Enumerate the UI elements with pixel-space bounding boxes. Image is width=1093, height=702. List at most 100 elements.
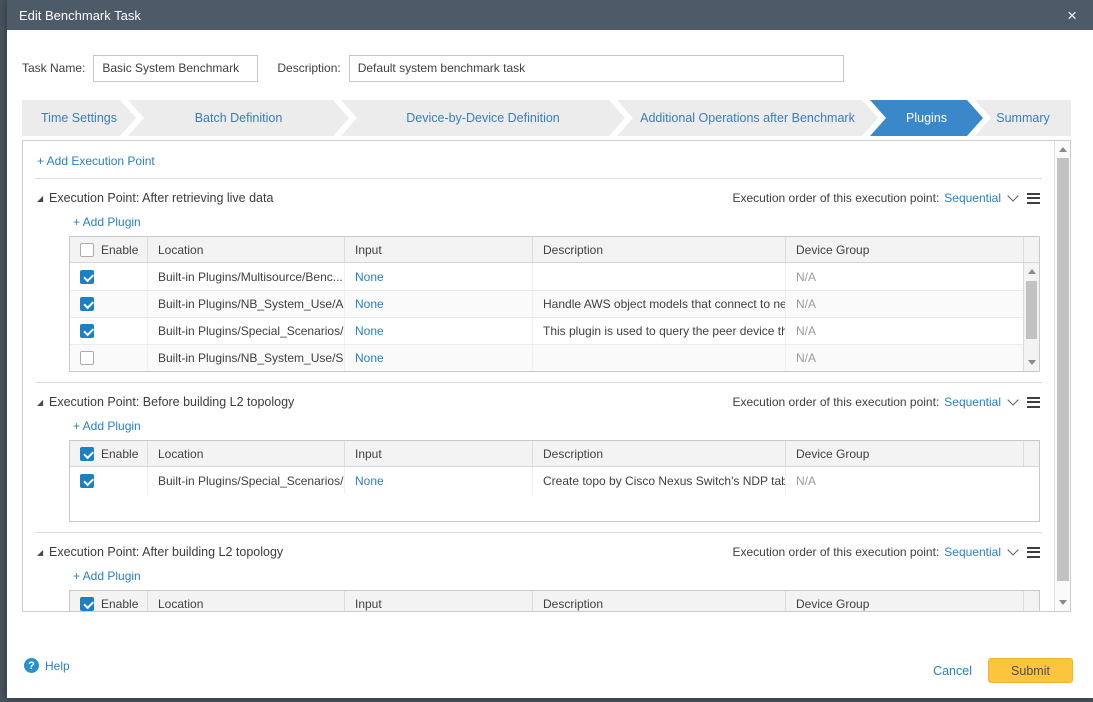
plugin-location: Built-in Plugins/Multisource/Benc... [147, 263, 344, 290]
execution-order-select[interactable]: Sequential [944, 545, 1001, 559]
plugin-description: Handle AWS object models that connect to… [532, 291, 785, 317]
select-all-checkbox[interactable] [80, 447, 94, 461]
help-icon[interactable]: ? [24, 658, 39, 673]
plugin-device-group: N/A [785, 291, 1039, 317]
table-header-row: Enable Location Input Description Device… [70, 237, 1039, 263]
description-label: Description: [277, 61, 340, 75]
execution-point-title: Execution Point: After retrieving live d… [49, 191, 273, 205]
table-row[interactable]: Built-in Plugins/NB_System_Use/Si... Non… [70, 344, 1039, 371]
enable-checkbox[interactable] [80, 297, 94, 311]
wizard-step-plugins[interactable]: Plugins [870, 100, 983, 136]
column-header-location: Location [147, 237, 344, 262]
plugin-input-link[interactable]: None [355, 351, 384, 365]
plugin-device-group: N/A [785, 467, 1039, 494]
table-empty-space [70, 494, 1039, 521]
enable-checkbox[interactable] [80, 270, 94, 284]
description-input[interactable] [349, 55, 844, 82]
plugin-input-link[interactable]: None [355, 324, 384, 338]
close-icon[interactable]: × [1063, 5, 1081, 26]
menu-icon[interactable] [1027, 547, 1040, 558]
plugin-device-group: N/A [785, 318, 1039, 344]
scrollbar-thumb[interactable] [1026, 281, 1037, 339]
chevron-down-icon[interactable] [1007, 544, 1018, 555]
plugin-description: This plugin is used to query the peer de… [532, 318, 785, 344]
task-name-label: Task Name: [22, 61, 85, 75]
execution-point-title: Execution Point: Before building L2 topo… [49, 395, 294, 409]
table-scrollbar[interactable] [1023, 263, 1039, 371]
execution-order-label: Execution order of this execution point: [732, 395, 939, 409]
plugin-location: Built-in Plugins/NB_System_Use/A... [147, 291, 344, 317]
help-label[interactable]: Help [45, 659, 70, 673]
chevron-down-icon[interactable] [1007, 394, 1018, 405]
scrollbar-up-arrow[interactable] [1055, 143, 1070, 157]
plugin-input-link[interactable]: None [355, 297, 384, 311]
column-header-description: Description [532, 591, 785, 611]
plugin-location: Built-in Plugins/NB_System_Use/Si... [147, 345, 344, 371]
select-all-checkbox[interactable] [80, 243, 94, 257]
plugin-description [532, 263, 785, 290]
scrollbar-up-arrow[interactable] [1024, 265, 1039, 279]
enable-checkbox[interactable] [80, 351, 94, 365]
execution-order-select[interactable]: Sequential [944, 395, 1001, 409]
column-header-location: Location [147, 441, 344, 466]
plugins-table: Enable Location Input Description Device… [69, 590, 1040, 611]
enable-checkbox[interactable] [80, 324, 94, 338]
task-form-row: Task Name: Description: [7, 54, 1093, 82]
dialog-footer: ? Help Cancel Submit [7, 612, 1093, 698]
dialog-titlebar: Edit Benchmark Task × [7, 0, 1093, 30]
wizard-step-summary[interactable]: Summary [975, 100, 1071, 136]
add-plugin-link[interactable]: + Add Plugin [73, 419, 141, 433]
task-name-input[interactable] [93, 55, 258, 82]
plugins-panel: + Add Execution Point ◢ Execution Point:… [22, 140, 1071, 612]
column-header-input: Input [344, 591, 532, 611]
column-header-device-group: Device Group [785, 591, 1023, 611]
plugin-input-link[interactable]: None [355, 270, 384, 284]
wizard-step-batch-definition[interactable]: Batch Definition [128, 100, 349, 136]
execution-order-label: Execution order of this execution point: [732, 545, 939, 559]
main-scrollbar[interactable] [1054, 141, 1070, 611]
column-header-device-group: Device Group [785, 441, 1023, 466]
execution-point-section: ◢ Execution Point: After building L2 top… [37, 533, 1040, 611]
execution-point-section: ◢ Execution Point: After retrieving live… [37, 179, 1040, 372]
plugin-location: Built-in Plugins/Special_Scenarios/... [147, 467, 344, 494]
help-link[interactable]: ? Help [24, 658, 70, 673]
wizard-step-device-by-device-definition[interactable]: Device-by-Device Definition [341, 100, 625, 136]
column-header-description: Description [532, 237, 785, 262]
table-row[interactable]: Built-in Plugins/Multisource/Benc... Non… [70, 263, 1039, 290]
plugin-location: Built-in Plugins/Special_Scenarios/... [147, 318, 344, 344]
table-row[interactable]: Built-in Plugins/Special_Scenarios/... N… [70, 317, 1039, 344]
plugin-input-link[interactable]: None [355, 474, 384, 488]
wizard-steps: Time Settings Batch Definition Device-by… [22, 100, 1071, 136]
enable-checkbox[interactable] [80, 474, 94, 488]
plugin-device-group: N/A [785, 263, 1039, 290]
table-row[interactable]: Built-in Plugins/NB_System_Use/A... None… [70, 290, 1039, 317]
table-row[interactable]: Built-in Plugins/Special_Scenarios/... N… [70, 467, 1039, 494]
column-header-description: Description [532, 441, 785, 466]
column-header-input: Input [344, 237, 532, 262]
add-plugin-link[interactable]: + Add Plugin [73, 215, 141, 229]
chevron-down-icon[interactable] [1007, 190, 1018, 201]
column-header-location: Location [147, 591, 344, 611]
cancel-button[interactable]: Cancel [933, 664, 972, 678]
collapse-triangle-icon[interactable]: ◢ [37, 548, 49, 557]
scrollbar-down-arrow[interactable] [1055, 595, 1070, 609]
scrollbar-down-arrow[interactable] [1024, 355, 1039, 369]
add-plugin-link[interactable]: + Add Plugin [73, 569, 141, 583]
execution-order-label: Execution order of this execution point: [732, 191, 939, 205]
select-all-checkbox[interactable] [80, 597, 94, 611]
column-header-device-group: Device Group [785, 237, 1023, 262]
plugins-table: Enable Location Input Description Device… [69, 440, 1040, 522]
menu-icon[interactable] [1027, 397, 1040, 408]
submit-button[interactable]: Submit [988, 658, 1073, 683]
scrollbar-thumb[interactable] [1057, 158, 1069, 581]
wizard-step-additional-operations[interactable]: Additional Operations after Benchmark [617, 100, 878, 136]
execution-point-section: ◢ Execution Point: Before building L2 to… [37, 383, 1040, 522]
execution-order-select[interactable]: Sequential [944, 191, 1001, 205]
plugin-description [532, 345, 785, 371]
plugin-description: Create topo by Cisco Nexus Switch's NDP … [532, 467, 785, 494]
menu-icon[interactable] [1027, 193, 1040, 204]
wizard-step-time-settings[interactable]: Time Settings [22, 100, 136, 136]
collapse-triangle-icon[interactable]: ◢ [37, 194, 49, 203]
add-execution-point-link[interactable]: + Add Execution Point [37, 154, 155, 168]
collapse-triangle-icon[interactable]: ◢ [37, 398, 49, 407]
